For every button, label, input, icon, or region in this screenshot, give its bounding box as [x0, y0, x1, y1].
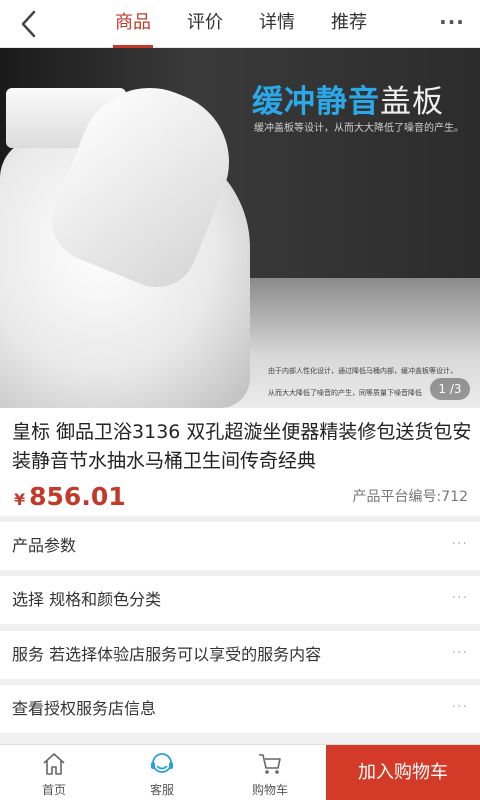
- row-select-spec[interactable]: 选择 规格和颜色分类 ···: [0, 576, 480, 624]
- nav-home[interactable]: 首页: [0, 745, 108, 800]
- bottom-bar: 首页 客服 购物车 加入购物车: [0, 744, 480, 800]
- row-authorized-stores[interactable]: 查看授权服务店信息 ···: [0, 685, 480, 733]
- nav-customer-service[interactable]: 客服: [108, 745, 216, 800]
- row-label: 服务 若选择体验店服务可以享受的服务内容: [12, 645, 322, 664]
- tab-details[interactable]: 详情: [241, 0, 313, 48]
- hero-headline: 缓冲静音盖板: [252, 76, 444, 121]
- nav-cart-label: 购物车: [251, 783, 288, 797]
- tab-bar: 商品 评价 详情 推荐: [97, 0, 385, 48]
- nav-cart[interactable]: 购物车: [216, 745, 324, 800]
- more-dots-icon: ···: [451, 699, 468, 715]
- hero-headline-white: 盖板: [380, 84, 444, 120]
- currency-symbol: ¥: [14, 490, 26, 509]
- product-code: 产品平台编号:712: [352, 489, 468, 505]
- back-button[interactable]: [12, 6, 48, 42]
- row-label: 选择 规格和颜色分类: [12, 590, 162, 609]
- more-dots-icon: ···: [451, 645, 468, 661]
- product-price: ¥856.01: [14, 482, 126, 511]
- nav-home-label: 首页: [41, 783, 66, 797]
- tab-product[interactable]: 商品: [97, 0, 169, 48]
- hero-note: 从而大大降低了噪音的产生，同等质量下噪音降低: [268, 389, 422, 397]
- row-product-params[interactable]: 产品参数 ···: [0, 522, 480, 570]
- more-menu-button[interactable]: ···: [432, 8, 472, 40]
- product-image-carousel[interactable]: 缓冲静音盖板 缓冲盖板等设计，从而大大降低了噪音的产生。 由于内部人性化设计，通…: [0, 48, 480, 408]
- more-dots-icon: ···: [451, 536, 468, 552]
- nav-service-label: 客服: [149, 783, 174, 797]
- hero-note: 由于内部人性化设计，通过降低马桶内部，缓冲盖板等设计，: [268, 367, 457, 375]
- price-value: 856.01: [29, 482, 126, 511]
- product-title: 皇标 御品卫浴3136 双孔超漩坐便器精装修包送货包安装静音节水抽水马桶卫生间传…: [12, 421, 472, 472]
- headset-icon: [148, 750, 176, 778]
- chevron-left-icon: [21, 10, 36, 38]
- product-info: 皇标 御品卫浴3136 双孔超漩坐便器精装修包送货包安装静音节水抽水马桶卫生间传…: [0, 408, 480, 516]
- home-icon: [40, 750, 68, 778]
- tab-reviews[interactable]: 评价: [169, 0, 241, 48]
- top-bar: 商品 评价 详情 推荐 ···: [0, 0, 480, 48]
- row-label: 产品参数: [12, 536, 77, 555]
- row-label: 查看授权服务店信息: [12, 699, 157, 718]
- row-service[interactable]: 服务 若选择体验店服务可以享受的服务内容 ···: [0, 631, 480, 679]
- add-to-cart-button[interactable]: 加入购物车: [326, 745, 480, 800]
- more-dots-icon: ···: [451, 590, 468, 606]
- tab-recommend[interactable]: 推荐: [313, 0, 385, 48]
- hero-subtitle: 缓冲盖板等设计，从而大大降低了噪音的产生。: [254, 123, 464, 134]
- cart-icon: [256, 750, 284, 778]
- carousel-pager: 1 /3: [430, 378, 470, 400]
- hero-headline-blue: 缓冲静音: [252, 84, 380, 120]
